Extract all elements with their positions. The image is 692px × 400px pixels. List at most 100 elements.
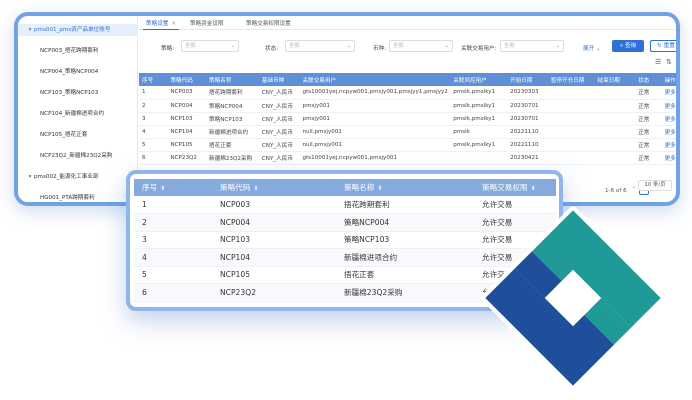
tree-node-label: NCP003_捂花跨期套利 bbox=[40, 48, 99, 54]
sort-icon[interactable]: ⬍ bbox=[160, 185, 165, 192]
table-row[interactable]: 1 NCP003 捂花跨期套利 CNY_人民币 gts10001yej,ncpyw001… bbox=[139, 86, 676, 100]
tab-bar: 策略设置 ✕ 策略资金设限 策略交易权限设置 bbox=[139, 18, 676, 30]
table-cell: CNY_人民币 bbox=[258, 151, 300, 165]
more-link[interactable]: 更多 bbox=[661, 125, 676, 139]
tab-strategy-trade-permission[interactable]: 策略交易权限设置 bbox=[243, 18, 294, 30]
page-size-select[interactable]: 10 条/页 bbox=[638, 180, 672, 191]
grid-column-header[interactable]: 操作 bbox=[661, 73, 676, 86]
table-cell: 1 bbox=[134, 196, 212, 214]
table-cell: 5 bbox=[134, 266, 212, 284]
tree-node[interactable]: NCP003_捂花跨期套利 bbox=[18, 45, 138, 57]
more-link[interactable]: 更多 bbox=[661, 151, 676, 165]
table-cell bbox=[594, 86, 636, 100]
tree-node[interactable]: NCP23Q2_新疆棉23Q2采购 bbox=[18, 150, 138, 162]
grid-column-header[interactable]: 状态 bbox=[635, 73, 662, 86]
select-placeholder: 全部 bbox=[393, 43, 404, 49]
table-cell: 3 bbox=[139, 112, 168, 126]
more-link[interactable]: 更多 bbox=[661, 138, 676, 152]
permission-column-header[interactable]: 序号 ⬍ bbox=[134, 179, 212, 196]
grid-column-header[interactable]: 开始日期 bbox=[507, 73, 548, 86]
table-cell: pmsjy001 bbox=[299, 112, 451, 126]
table-cell: NCP23Q2 bbox=[167, 151, 207, 165]
table-cell: gts10001yej,ncpyw001,pmsjy001 bbox=[299, 151, 451, 165]
tree-node-label: HG001_PTA跨期套利 bbox=[40, 195, 95, 201]
close-icon[interactable]: ✕ bbox=[171, 21, 176, 27]
table-row[interactable]: 5 NCP105 捂花正套 CNY_人民币 null,pmsjy001 pmslk,pms… bbox=[139, 138, 676, 152]
grid-column-header[interactable]: 关联交易用户 bbox=[299, 73, 451, 86]
table-cell: 20230303 bbox=[507, 86, 548, 100]
reset-button[interactable]: ↻ 重置 bbox=[650, 40, 676, 52]
table-row[interactable]: 3 NCP103 策略NCP103 CNY_人民币 pmsjy001 pmslk,pmsl… bbox=[139, 112, 676, 126]
select-placeholder: 全部 bbox=[185, 43, 196, 49]
grid-column-header[interactable]: 暂停开仓日期 bbox=[547, 73, 595, 86]
sort-icon[interactable]: ⬍ bbox=[531, 185, 536, 192]
tree-node[interactable]: NCP004_策略NCP004 bbox=[18, 66, 138, 78]
column-header-label: 策略名称 bbox=[344, 183, 375, 192]
table-cell bbox=[594, 151, 636, 165]
strategy-filter-label: 策略: bbox=[161, 46, 175, 52]
table-cell bbox=[594, 138, 636, 152]
tree-node[interactable]: NCP104_新疆棉进项合约 bbox=[18, 108, 138, 120]
table-cell: CNY_人民币 bbox=[258, 138, 300, 152]
tree-node-label: NCP104_新疆棉进项合约 bbox=[40, 111, 105, 117]
grid-column-header[interactable]: 结束日期 bbox=[594, 73, 636, 86]
table-cell: pmslk,pmslky1 bbox=[450, 99, 508, 113]
grid-column-header[interactable]: 关联风控用户 bbox=[450, 73, 508, 86]
tree-node-label: NCP23Q2_新疆棉23Q2采购 bbox=[40, 153, 113, 159]
sort-icon[interactable]: ⬍ bbox=[253, 185, 258, 192]
more-link[interactable]: 更多 bbox=[661, 86, 676, 100]
tab-strategy-funds[interactable]: 策略资金设限 bbox=[187, 18, 227, 30]
table-cell: 6 bbox=[134, 283, 212, 302]
chevron-down-icon[interactable]: ▾ bbox=[26, 171, 34, 183]
more-link[interactable]: 更多 bbox=[661, 99, 676, 113]
more-link[interactable]: 更多 bbox=[661, 112, 676, 126]
grid-column-header[interactable]: 序号 bbox=[139, 73, 168, 86]
table-cell bbox=[594, 99, 636, 113]
table-cell: 正常 bbox=[635, 112, 662, 126]
table-cell bbox=[547, 112, 595, 126]
table-cell: 捂花正套 bbox=[206, 138, 259, 152]
tree-node[interactable]: NCP103_策略NCP103 bbox=[18, 87, 138, 99]
expand-link[interactable]: 展开 ⌄ bbox=[583, 44, 601, 52]
density-icon[interactable]: ⇅ bbox=[666, 58, 672, 66]
tree-node[interactable]: ▾ pms001_pms资产品单位账号 bbox=[18, 24, 138, 36]
tree-node[interactable]: ▾ pms002_能源化工事业部 bbox=[18, 171, 138, 183]
column-settings-icon[interactable]: ☰ bbox=[655, 58, 661, 66]
query-button[interactable]: ⌕ 查询 bbox=[612, 40, 644, 52]
table-cell: 新疆棉进项合约 bbox=[336, 248, 474, 267]
table-cell bbox=[547, 125, 595, 139]
tab-strategy-settings[interactable]: 策略设置 ✕ bbox=[143, 18, 180, 30]
strategy-filter-select[interactable]: 全部 ⌄ bbox=[181, 40, 239, 52]
chevron-down-icon: ⌄ bbox=[444, 43, 449, 49]
table-row[interactable]: 6 NCP23Q2 新疆棉23Q2采购 CNY_人民币 gts10001yej,ncpy… bbox=[139, 151, 676, 165]
grid-column-header[interactable]: 策略代码 bbox=[167, 73, 207, 86]
table-cell: CNY_人民币 bbox=[258, 86, 300, 100]
permission-column-header[interactable]: 策略名称 ⬍ bbox=[336, 179, 474, 196]
tree-node-label: pms001_pms资产品单位账号 bbox=[34, 27, 111, 33]
table-cell: 4 bbox=[134, 248, 212, 267]
user-filter-select[interactable]: 全部 ⌄ bbox=[500, 40, 564, 52]
table-cell: 20221110 bbox=[507, 125, 548, 139]
currency-filter-select[interactable]: 全部 ⌄ bbox=[389, 40, 453, 52]
table-cell: 1 bbox=[139, 86, 168, 100]
permission-column-header[interactable]: 策略代码 ⬍ bbox=[212, 179, 336, 196]
tree-node[interactable]: HG001_PTA跨期套利 bbox=[18, 192, 138, 202]
table-row[interactable]: 2 NCP004 策略NCP004 CNY_人民币 pmsjy001 pmslk,pmsl… bbox=[139, 99, 676, 113]
status-filter-select[interactable]: 全部 ⌄ bbox=[285, 40, 355, 52]
table-cell: 正常 bbox=[635, 151, 662, 165]
table-cell: 捂花正套 bbox=[336, 266, 474, 284]
tree-node[interactable]: NCP105_捂花正套 bbox=[18, 129, 138, 141]
grid-column-header[interactable]: 基础币种 bbox=[258, 73, 300, 86]
column-header-label: 策略交易权限 bbox=[482, 183, 528, 192]
chevron-down-icon[interactable]: ▾ bbox=[26, 24, 34, 36]
permission-column-header[interactable]: 策略交易权限 ⬍ bbox=[474, 179, 556, 196]
table-cell: 20230421 bbox=[507, 151, 548, 165]
table-cell: 策略NCP103 bbox=[206, 112, 259, 126]
prev-page-icon[interactable]: ‹ bbox=[630, 184, 638, 195]
currency-filter-label: 币种: bbox=[373, 46, 387, 52]
sort-icon[interactable]: ⬍ bbox=[377, 185, 382, 192]
grid-column-header[interactable]: 策略名称 bbox=[206, 73, 259, 86]
table-cell: 3 bbox=[134, 231, 212, 249]
select-placeholder: 全部 bbox=[504, 43, 515, 49]
table-row[interactable]: 4 NCP104 新疆棉进项合约 CNY_人民币 null,pmsjy001 pmslk 2… bbox=[139, 125, 676, 139]
